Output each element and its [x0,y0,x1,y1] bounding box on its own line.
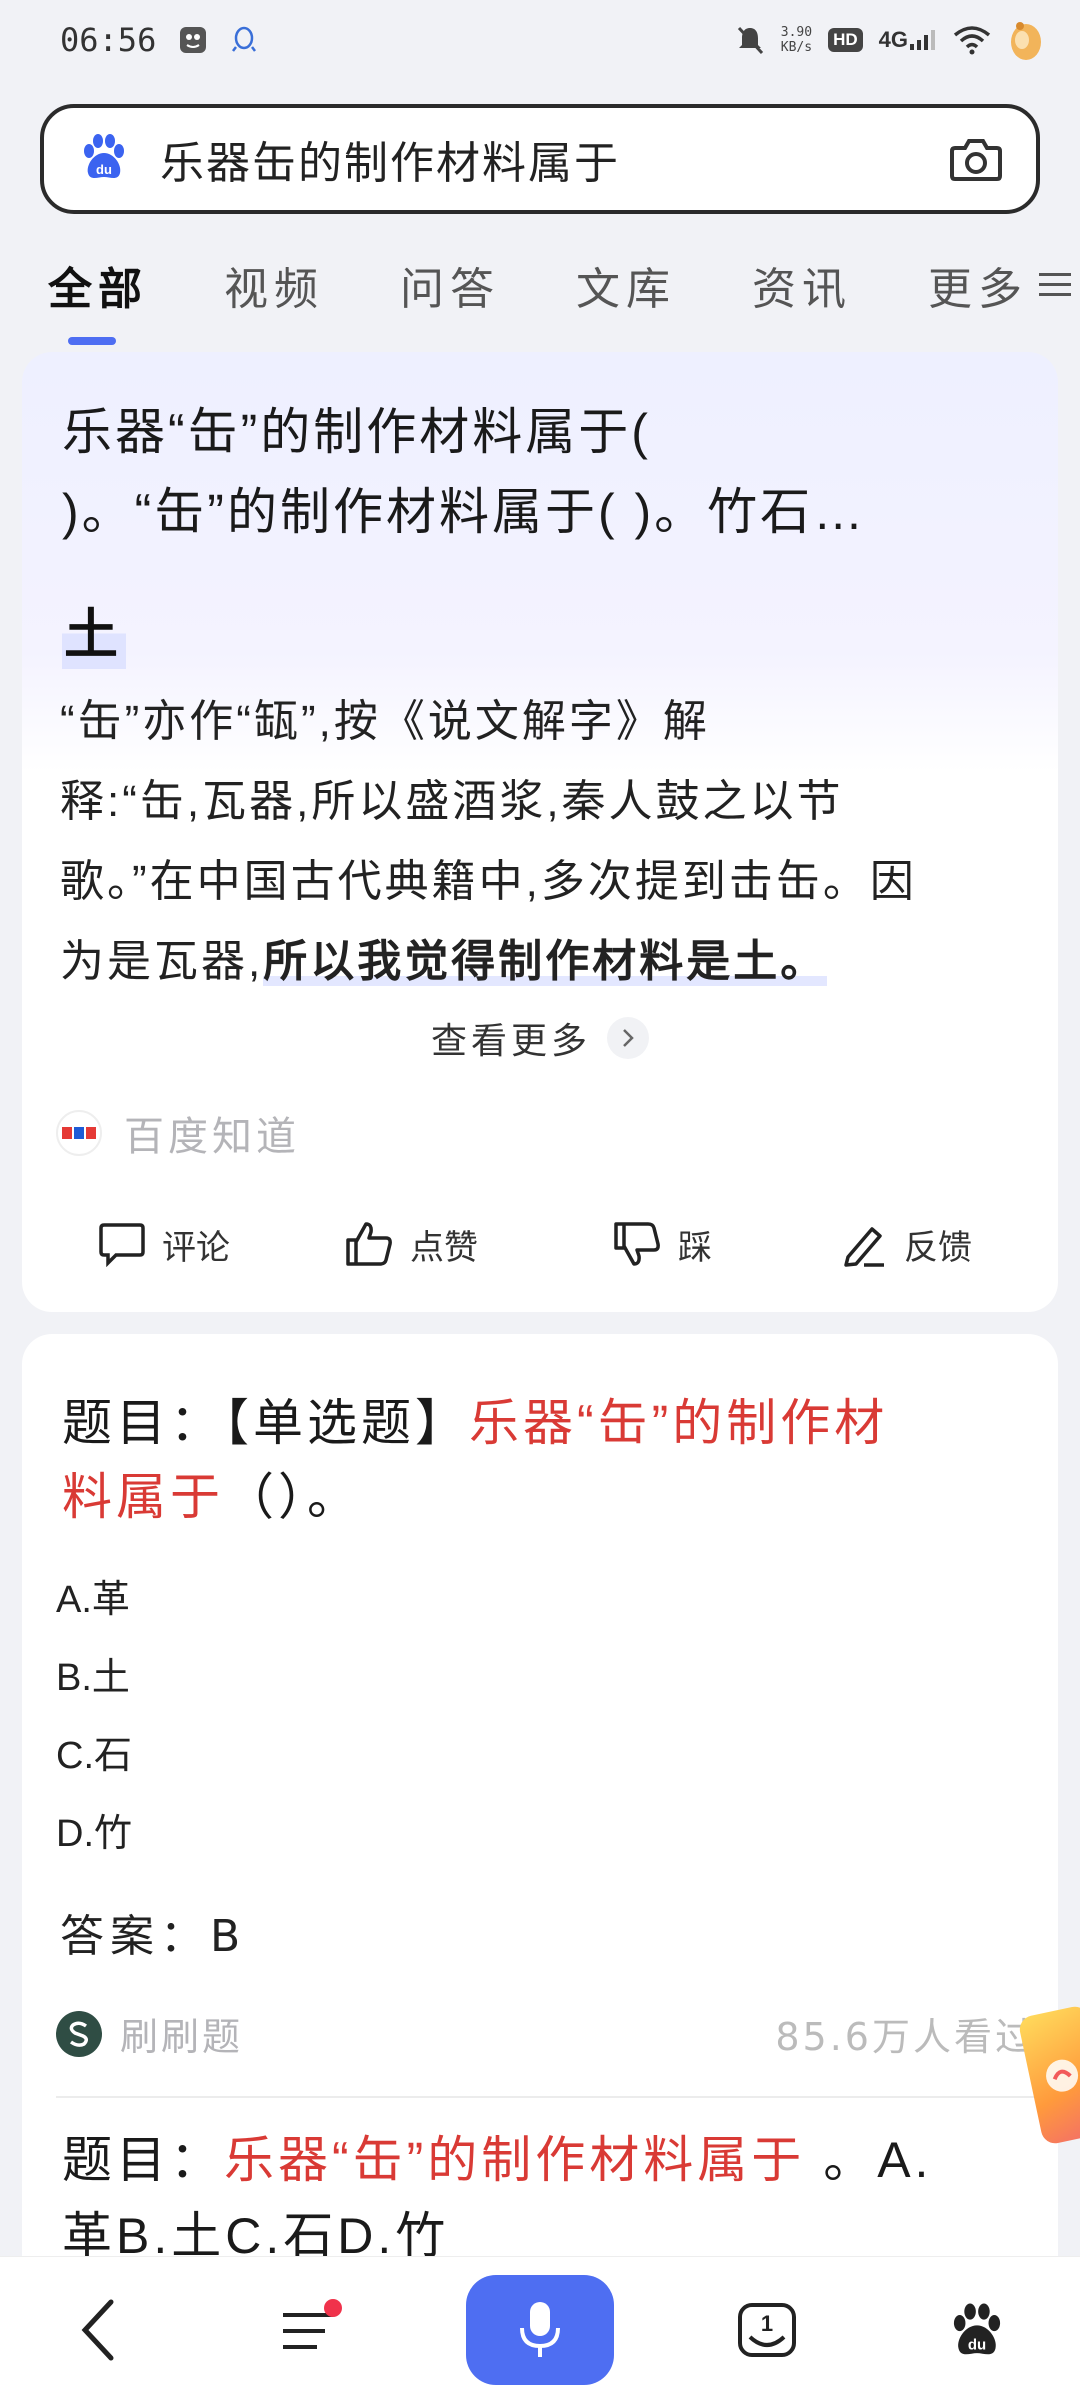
answer-highlight: 土 [62,590,126,669]
app-notification-icon [178,25,208,55]
tab-more[interactable]: 更多 [928,253,1072,317]
signal-icon: 4G [879,27,936,53]
battery-icon [1008,18,1042,62]
source-shuashuati[interactable]: 刷刷题 85.6万人看过 [56,2006,1036,2061]
tab-library[interactable]: 文库 [576,253,676,317]
back-button[interactable] [54,2285,144,2375]
see-more-label: 查看更多 [430,1021,591,1062]
thumbs-up-icon [346,1222,392,1266]
chevron-left-icon [81,2299,114,2361]
net-speed: 3.90 KB/s [780,25,813,55]
svg-text:du: du [96,162,112,177]
divider [56,2096,1036,2098]
tab-video[interactable]: 视频 [224,253,324,317]
tab-all[interactable]: 全部 [48,253,148,345]
like-button[interactable]: 点赞 [344,1220,478,1269]
answer-body: “缶”亦作“缻”,按《说文解字》解 释:“缶,瓦器,所以盛酒浆,秦人鼓之以节 歌… [60,697,917,986]
camera-icon[interactable] [946,129,1006,189]
baidu-home-button[interactable]: du [932,2285,1022,2375]
tab-qa[interactable]: 问答 [400,253,500,317]
notification-dot [324,2299,342,2317]
source-name: 百度知道 [124,1114,300,1160]
tab-news[interactable]: 资讯 [752,253,852,317]
dislike-button[interactable]: 踩 [612,1220,712,1269]
answer-card-title[interactable]: 乐器“缶”的制作材料属于( )。“缶”的制作材料属于( )。竹石… [62,392,1002,552]
thumbs-down-icon [614,1222,660,1266]
feedback-label: 反馈 [904,1227,972,1268]
option-d: D.竹 [56,1813,133,1855]
dislike-label: 踩 [678,1227,712,1268]
tab-more-label: 更多 [928,265,1028,314]
question-title[interactable]: 题目：【单选题】乐器“缶”的制作材 料属于（）。 [62,1386,1042,1534]
baidu-paw-icon: du [953,2303,1001,2355]
svg-text:du: du [968,2337,986,2354]
comment-icon [99,1223,145,1267]
shuashuati-logo-icon [56,2010,102,2057]
option-c: C.石 [56,1735,133,1777]
feedback-button[interactable]: 反馈 [840,1220,972,1269]
feed-menu-button[interactable] [266,2285,356,2375]
source-zhidao[interactable]: 百度知道 [56,1104,300,1162]
action-bar: 评论 点赞 踩 反馈 [22,1204,1058,1284]
menu-icon [1039,273,1071,296]
see-more-button[interactable]: 查看更多 [22,1012,1058,1064]
voice-search-button[interactable] [466,2275,614,2385]
tabs-button[interactable]: 1 [722,2285,812,2375]
comment-button[interactable]: 评论 [98,1220,230,1269]
qq-icon [230,25,258,55]
search-query[interactable]: 乐器缶的制作材料属于 [160,127,620,191]
question-title-2[interactable]: 题目：乐器“缶”的制作材料属于 。A. 革B.土C.石D.竹 [62,2122,1052,2274]
option-b: B.土 [56,1657,130,1699]
bottom-nav: 1 du [0,2256,1080,2400]
chevron-right-icon [607,1017,649,1059]
zhidao-logo-icon [56,1110,102,1156]
view-count: 85.6万人看过 [775,2015,1036,2059]
quiz-card[interactable]: 题目：【单选题】乐器“缶”的制作材 料属于（）。 A.革 B.土 C.石 D.竹… [22,1334,1058,2364]
hd-badge: HD [828,28,863,52]
pencil-icon [844,1227,884,1267]
comment-label: 评论 [162,1227,230,1268]
baidu-paw-icon: du [78,131,130,187]
answer-text: 答案：B [60,1911,247,1962]
status-bar: 06:56 3.90 KB/s HD 4G [0,0,1080,80]
source-name: 刷刷题 [120,2015,244,2059]
search-box[interactable]: du 乐器缶的制作材料属于 [40,104,1040,214]
wifi-icon [952,25,992,55]
microphone-icon [520,2302,560,2357]
answer-card-zhidao[interactable]: 乐器“缶”的制作材料属于( )。“缶”的制作材料属于( )。竹石… 土 “缶”亦… [22,352,1058,1312]
svg-text:1: 1 [761,2311,773,2336]
like-label: 点赞 [410,1227,478,1268]
tab-count-icon: 1 [738,2303,796,2357]
search-tabs: 全部 视频 问答 文库 资讯 更多 [0,240,1080,345]
network-type: 4G [878,27,908,52]
promo-icon [1046,2059,1079,2092]
status-time: 06:56 [60,21,157,59]
mute-bell-icon [735,24,765,56]
option-a: A.革 [56,1579,130,1621]
